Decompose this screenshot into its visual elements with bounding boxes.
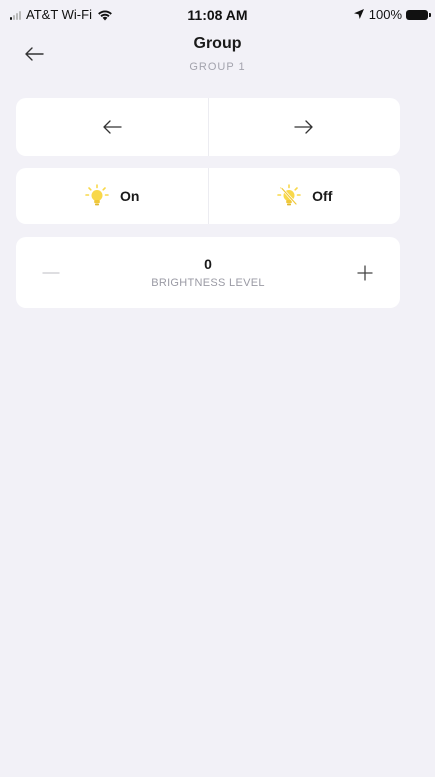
bulb-off-icon xyxy=(276,183,302,209)
bulb-on-icon xyxy=(84,183,110,209)
off-button[interactable]: Off xyxy=(207,168,401,224)
power-card: On Off xyxy=(16,168,400,224)
on-button[interactable]: On xyxy=(16,168,208,224)
location-icon xyxy=(353,7,364,22)
battery-icon xyxy=(406,9,431,20)
brightness-value: 0 xyxy=(204,256,212,272)
arrow-right-icon xyxy=(294,120,313,134)
page-title: Group xyxy=(193,35,242,52)
on-label: On xyxy=(120,188,140,204)
navigation-header: Group GROUP 1 xyxy=(0,26,435,86)
battery-percent: 100% xyxy=(368,7,402,22)
brightness-display: 0 BRIGHTNESS LEVEL xyxy=(86,256,330,289)
navigation-card xyxy=(16,98,400,156)
status-right: 100% xyxy=(353,7,431,22)
status-bar: AT&T Wi-Fi 11:08 AM 100% xyxy=(0,0,435,26)
plus-icon xyxy=(357,264,373,281)
arrow-left-icon xyxy=(103,120,122,134)
brightness-card: 0 BRIGHTNESS LEVEL xyxy=(16,237,400,308)
next-button[interactable] xyxy=(207,98,401,156)
brightness-increase-button[interactable] xyxy=(330,237,400,308)
brightness-label: BRIGHTNESS LEVEL xyxy=(151,277,265,289)
off-label: Off xyxy=(312,188,333,204)
previous-button[interactable] xyxy=(16,98,208,156)
page-subtitle: GROUP 1 xyxy=(189,61,246,73)
minus-icon xyxy=(42,271,60,274)
brightness-decrease-button[interactable] xyxy=(16,237,86,308)
